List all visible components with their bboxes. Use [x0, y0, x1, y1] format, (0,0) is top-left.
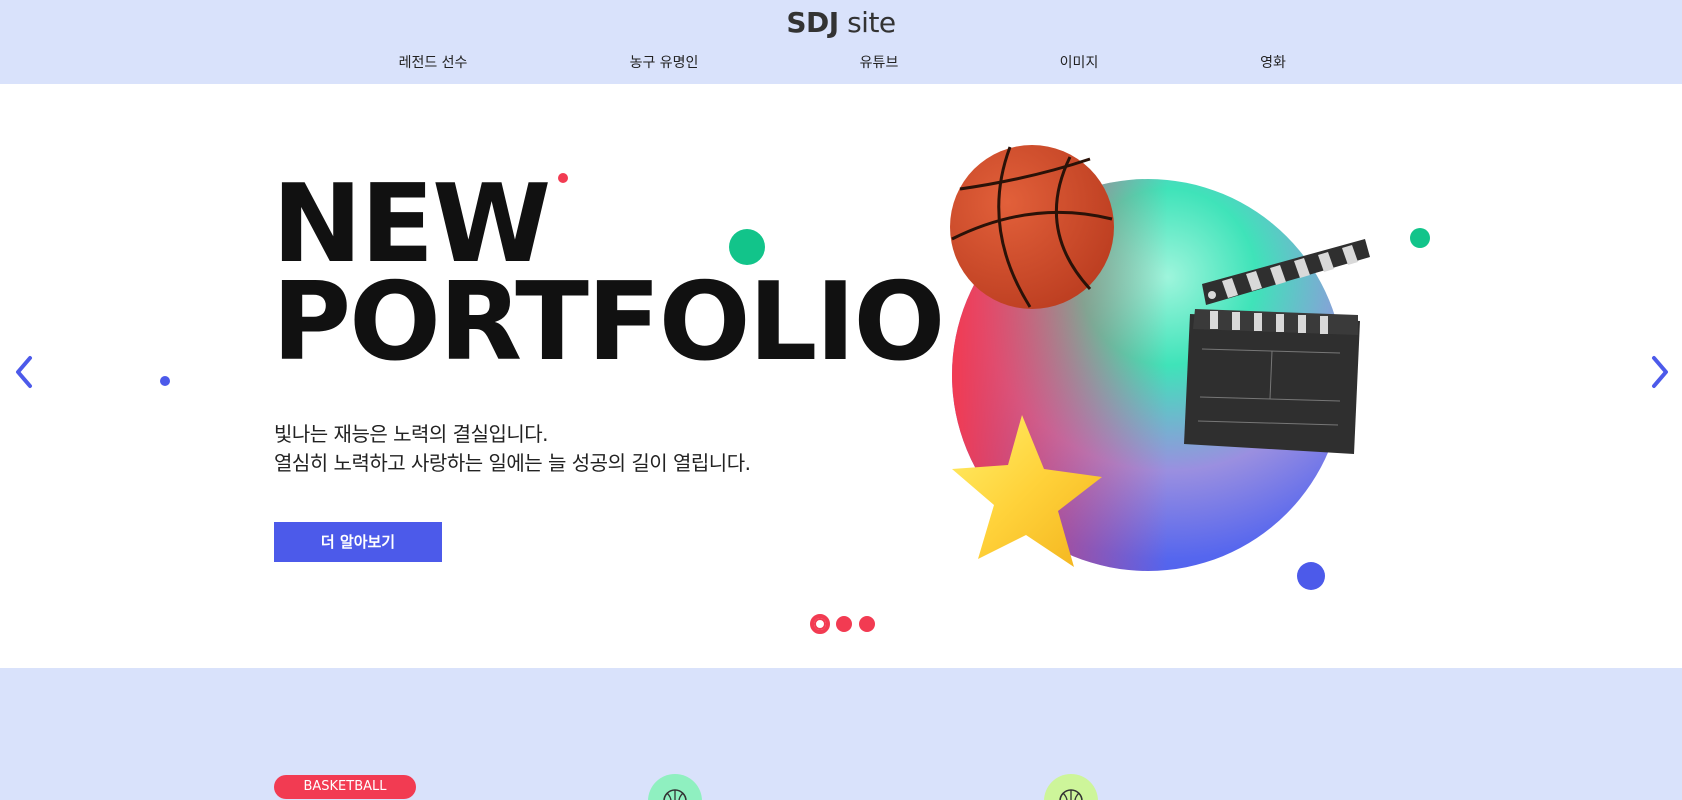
- pagination-dot-1[interactable]: [810, 614, 830, 634]
- pagination-dot-2[interactable]: [836, 616, 852, 632]
- nav-item-images[interactable]: 이미지: [1060, 52, 1099, 72]
- nav-item-movies[interactable]: 영화: [1260, 52, 1286, 72]
- decor-dot-blue-small: [160, 376, 170, 386]
- description-line-1: 빛나는 재능은 노력의 결실입니다.: [274, 422, 549, 446]
- basketball-icon: [1044, 774, 1098, 800]
- hero-slider: NEW PORTFOLIO 빛나는 재능은 노력의 결실입니다. 열심히 노력하…: [0, 84, 1682, 668]
- category-section: BASKETBALL: [0, 668, 1682, 800]
- site-logo[interactable]: SDJ site: [0, 6, 1682, 39]
- learn-more-button[interactable]: 더 알아보기: [274, 522, 442, 562]
- main-nav: 레전드 선수 농구 유명인 유튜브 이미지 영화: [0, 52, 1682, 72]
- chevron-right-icon: [1652, 356, 1668, 388]
- next-slide-button[interactable]: [1646, 352, 1674, 392]
- headline-line-2: PORTFOLIO: [272, 260, 945, 385]
- logo-light-text: site: [838, 6, 896, 39]
- category-badge[interactable]: BASKETBALL: [274, 775, 416, 799]
- prev-slide-button[interactable]: [10, 352, 38, 392]
- hero-illustration: [940, 139, 1400, 609]
- nav-item-legend-players[interactable]: 레전드 선수: [399, 52, 468, 72]
- basketball-icon: [648, 774, 702, 800]
- pagination-dot-3[interactable]: [859, 616, 875, 632]
- decor-dot-green-small: [1410, 228, 1430, 248]
- description-line-2: 열심히 노력하고 사랑하는 일에는 늘 성공의 길이 열립니다.: [274, 451, 751, 475]
- chevron-left-icon: [16, 356, 32, 388]
- hero-description: 빛나는 재능은 노력의 결실입니다. 열심히 노력하고 사랑하는 일에는 늘 성…: [274, 420, 751, 478]
- hero-headline: NEW PORTFOLIO: [272, 171, 945, 385]
- basketball-icon: [950, 145, 1114, 309]
- site-header: SDJ site 레전드 선수 농구 유명인 유튜브 이미지 영화: [0, 0, 1682, 84]
- nav-item-youtube[interactable]: 유튜브: [860, 52, 899, 72]
- nav-item-basketball-celebrities[interactable]: 농구 유명인: [630, 52, 699, 72]
- logo-bold-text: SDJ: [786, 6, 839, 39]
